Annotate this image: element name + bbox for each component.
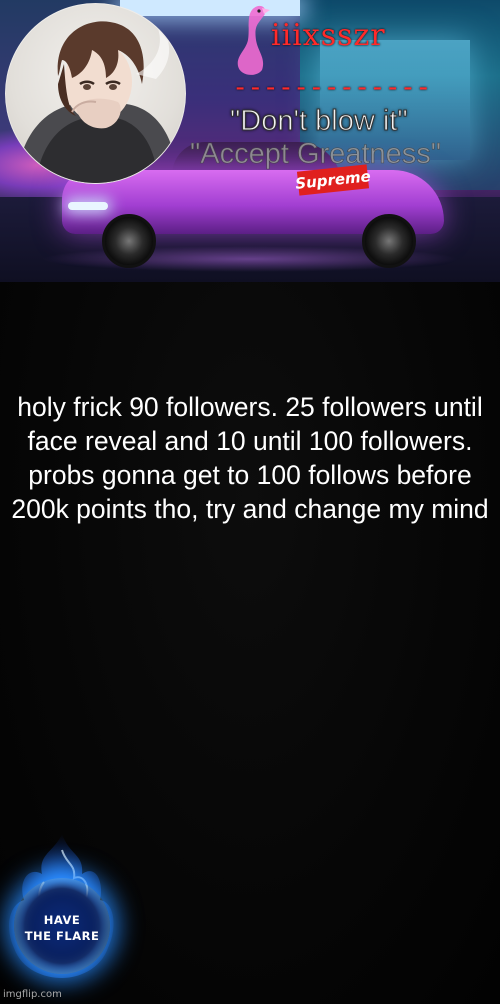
header-banner: Supreme iiixsszr ------------- "Don't bl… — [0, 0, 500, 282]
rear-wheel — [362, 214, 416, 268]
post-text: holy frick 90 followers. 25 followers un… — [11, 392, 489, 524]
imgflip-watermark: imgflip.com — [3, 989, 62, 1000]
car-headlight — [68, 202, 108, 210]
flare-badge-line-1: HAVE — [43, 913, 81, 927]
flare-badge-line-2: THE FLARE — [24, 929, 100, 943]
title-divider: ------------- — [232, 72, 431, 103]
front-wheel — [102, 214, 156, 268]
neon-light-strip — [120, 0, 300, 16]
anime-character-icon — [16, 21, 178, 183]
quote-secondary: "Accept Greatness" — [190, 138, 442, 171]
quote-primary: "Don't blow it" — [230, 105, 409, 138]
meme-page: Supreme iiixsszr ------------- "Don't bl… — [0, 0, 500, 1004]
username-title: iiixsszr — [271, 18, 386, 53]
have-the-flare-badge: HAVE THE FLARE — [4, 830, 120, 980]
flamingo-float-icon — [237, 5, 270, 75]
flare-badge-text: HAVE THE FLARE — [4, 912, 120, 944]
avatar — [5, 3, 186, 184]
